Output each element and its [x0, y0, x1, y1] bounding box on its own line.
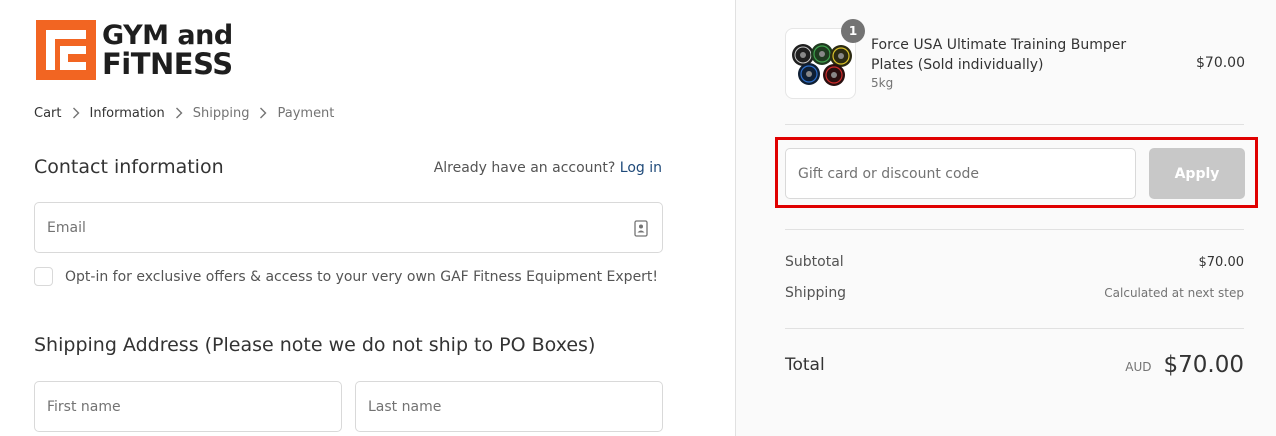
summary-divider	[785, 229, 1244, 230]
shipping-label: Shipping	[785, 285, 847, 301]
discount-code-input[interactable]: Gift card or discount code	[785, 148, 1136, 199]
chevron-right-icon	[169, 104, 189, 122]
shipping-address-title: Shipping Address (Please note we do not …	[34, 334, 596, 356]
summary-divider	[785, 124, 1244, 125]
product-thumbnail: 1	[785, 19, 865, 99]
subtotal-label: Subtotal	[785, 254, 844, 270]
logo-line-1: GYM and	[102, 20, 233, 51]
logo-wordmark: GYM and FiTNESS	[102, 20, 233, 81]
email-field[interactable]: Email	[34, 202, 663, 253]
brand-logo[interactable]: GYM and FiTNESS	[36, 20, 250, 80]
product-variant: 5kg	[871, 76, 894, 90]
product-name: Force USA Ultimate Training Bumper Plate…	[871, 37, 1127, 73]
chevron-right-icon	[253, 104, 273, 122]
breadcrumb-information: Information	[89, 105, 165, 121]
chevron-right-icon	[66, 104, 86, 122]
login-prompt-text: Already have an account?	[433, 160, 616, 176]
login-link[interactable]: Log in	[620, 160, 662, 176]
breadcrumb: Cart Information Shipping Payment	[34, 104, 334, 122]
contact-card-icon	[634, 220, 648, 237]
checkout-main: GYM and FiTNESS Cart Information Shippin…	[0, 0, 735, 436]
last-name-field[interactable]: Last name	[355, 381, 663, 432]
product-line-item: 1 Force USA Ultimate Training Bumper Pla…	[785, 19, 1245, 100]
apply-discount-button[interactable]: Apply	[1149, 148, 1245, 199]
last-name-placeholder: Last name	[368, 398, 442, 415]
subtotal-value: $70.00	[1198, 254, 1245, 270]
optin-row[interactable]: Opt-in for exclusive offers & access to …	[34, 267, 658, 286]
contact-title: Contact information	[34, 156, 224, 178]
discount-placeholder: Gift card or discount code	[798, 165, 980, 182]
breadcrumb-shipping: Shipping	[192, 105, 250, 121]
breadcrumb-cart[interactable]: Cart	[34, 106, 62, 121]
total-value: $70.00	[1163, 352, 1244, 378]
first-name-placeholder: First name	[47, 398, 121, 415]
shipping-value: Calculated at next step	[1104, 286, 1244, 300]
summary-divider	[785, 328, 1244, 329]
breadcrumb-payment: Payment	[277, 105, 335, 121]
order-summary: 1 Force USA Ultimate Training Bumper Pla…	[735, 0, 1276, 436]
optin-label[interactable]: Opt-in for exclusive offers & access to …	[65, 269, 658, 285]
quantity-badge: 1	[841, 19, 865, 43]
login-prompt: Already have an account? Log in	[434, 160, 662, 176]
currency-code: AUD	[1125, 360, 1152, 374]
total-row: Total AUD $70.00	[785, 348, 1244, 382]
logo-line-2: FiTNESS	[102, 47, 233, 81]
total-label: Total	[785, 355, 825, 375]
logo-mark-icon	[36, 20, 96, 80]
product-price: $70.00	[1196, 55, 1245, 71]
optin-checkbox[interactable]	[34, 267, 53, 286]
shipping-row: Shipping Calculated at next step	[785, 285, 1244, 301]
first-name-field[interactable]: First name	[34, 381, 342, 432]
total-amount-group: AUD $70.00	[1125, 352, 1244, 378]
email-placeholder: Email	[47, 219, 86, 236]
subtotal-row: Subtotal $70.00	[785, 254, 1244, 270]
